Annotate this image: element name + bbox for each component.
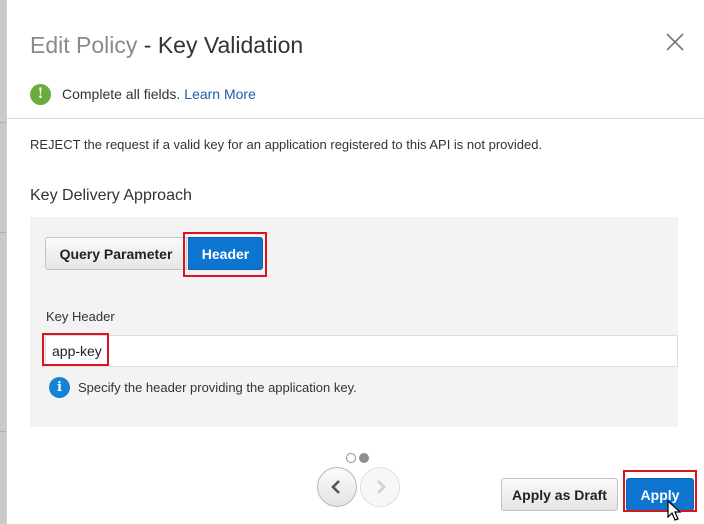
mouse-cursor-icon [667,500,682,521]
page-dot [346,453,356,463]
title-main: Key Validation [157,32,304,58]
policy-description: REJECT the request if a valid key for an… [30,137,543,152]
title-separator: - [137,32,158,58]
chevron-left-icon [331,480,340,494]
info-message: ! Complete all fields. Learn More [30,82,256,106]
highlight-box [183,232,267,277]
apply-as-draft-button[interactable]: Apply as Draft [501,478,618,511]
divider [7,118,704,119]
learn-more-link[interactable]: Learn More [184,86,256,102]
info-icon: i [49,376,70,398]
hint-row: i Specify the header providing the appli… [49,376,357,398]
key-header-input[interactable] [45,335,678,367]
page-dot-current [359,453,369,463]
close-icon[interactable] [663,30,687,54]
query-parameter-option[interactable]: Query Parameter [45,237,187,270]
previous-button[interactable] [317,467,357,507]
exclamation-icon: ! [30,83,51,105]
page-indicator [346,453,369,463]
title-prefix: Edit Policy [30,32,138,58]
key-delivery-panel: Query Parameter Header Key Header i Spec… [30,217,678,427]
key-header-label: Key Header [46,309,115,324]
dialog-title: Edit Policy - Key Validation [30,32,303,59]
info-text: Complete all fields. [62,86,181,102]
hint-text: Specify the header providing the applica… [78,379,357,395]
highlight-box [623,470,697,512]
highlight-box [42,333,109,366]
section-title: Key Delivery Approach [30,187,192,204]
next-button[interactable] [360,467,400,507]
chevron-right-icon [377,480,386,494]
edit-policy-dialog: Edit Policy - Key Validation ! Complete … [6,0,704,524]
